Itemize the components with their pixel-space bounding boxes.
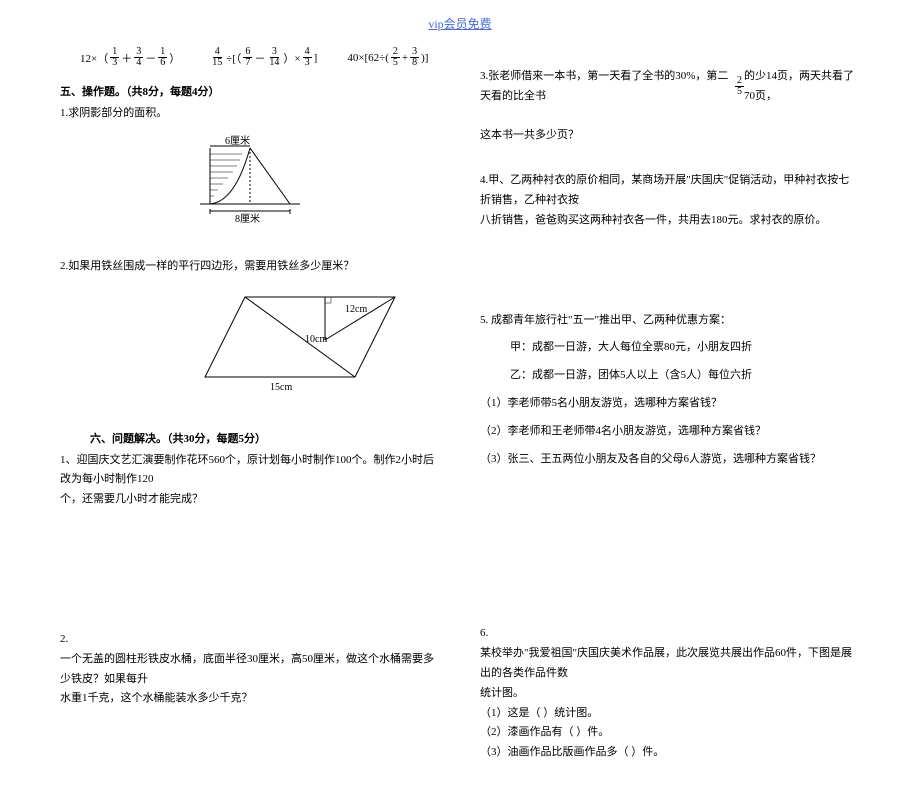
figure-trapezoid: 6厘米 8 (180, 134, 440, 227)
expr-text: ÷[（ (226, 50, 241, 66)
page-columns: 12×（ 13 ＋ 34 － 16 ） 415 ÷[（ 67 － 314 ）× … (60, 47, 860, 773)
expr-text: ] (314, 52, 318, 64)
problem-5-1: 1.求阴影部分的面积。 (60, 104, 440, 124)
expr-text: ＋ (121, 50, 132, 66)
expr-text: ）× (283, 50, 300, 66)
problem-text: 统计图。 (480, 687, 524, 699)
problem-text: 八折销售，爸爸购买这两种衬衣各一件，共用去180元。求衬衣的原价。 (480, 214, 827, 226)
problem-text: 5. 成都青年旅行社"五一"推出甲、乙两种优惠方案： (480, 311, 860, 331)
problem-text: （1）这是（ ）统计图。 (480, 707, 598, 719)
problem-6: 6. 某校举办"我爱祖国"庆国庆美术作品展，此次展览共展出作品60件，下图是展出… (480, 624, 860, 763)
problem-6-2: 2. 一个无盖的圆柱形铁皮水桶，底面半径30厘米，高50厘米，做这个水桶需要多少… (60, 630, 440, 709)
figure-parallelogram: 12cm 10cm 15cm (200, 287, 440, 400)
fraction: 25 (735, 76, 744, 97)
section-5-title: 五、操作题。（共8分，每题4分） (60, 83, 440, 99)
right-column: 3.张老师借来一本书，第一天看了全书的30%，第二天看的比全书 25 的少14页… (480, 47, 860, 773)
expr-text: ） (169, 50, 180, 66)
fraction: 67 (243, 47, 252, 68)
expr-text: )] (421, 52, 428, 64)
fraction: 43 (303, 47, 312, 68)
problem-text: 某校举办"我爱祖国"庆国庆美术作品展，此次展览共展出作品60件，下图是展出的各类… (480, 647, 852, 679)
expr-text: + (402, 52, 408, 64)
problem-text: 这本书一共多少页？ (480, 129, 579, 141)
fraction: 34 (134, 47, 143, 68)
problem-text: （2）漆画作品有（ ）件。 (480, 726, 609, 738)
label-15cm: 15cm (270, 382, 292, 393)
problem-text: 4.甲、乙两种衬衣的原价相同，某商场开展"庆国庆"促销活动，甲种衬衣按七折销售，… (480, 174, 849, 206)
problem-5-2: 2.如果用铁丝围成一样的平行四边形，需要用铁丝多少厘米？ (60, 257, 440, 277)
problem-text: 一个无盖的圆柱形铁皮水桶，底面半径30厘米，高50厘米，做这个水桶需要多少铁皮？… (60, 653, 434, 685)
fraction: 13 (110, 47, 119, 68)
problem-text: 水重1千克，这个水桶能装水多少千克？ (60, 692, 253, 704)
label-10cm: 10cm (305, 334, 327, 345)
problem-5: 5. 成都青年旅行社"五一"推出甲、乙两种优惠方案： 甲：成都一日游，大人每位全… (480, 311, 860, 470)
label-top: 6厘米 (225, 134, 250, 147)
expr-1: 12×（ 13 ＋ 34 － 16 ） (80, 47, 180, 68)
left-column: 12×（ 13 ＋ 34 － 16 ） 415 ÷[（ 67 － 314 ）× … (60, 47, 440, 773)
label-bottom: 8厘米 (235, 212, 260, 224)
hatching (210, 154, 242, 196)
expr-2: 415 ÷[（ 67 － 314 ）× 43 ] (210, 47, 317, 68)
parallelogram-svg: 12cm 10cm 15cm (200, 287, 410, 397)
expr-3: 40×[62÷( 25 + 38 )] (347, 47, 428, 68)
problem-3: 3.张老师借来一本书，第一天看了全书的30%，第二天看的比全书 25 的少14页… (480, 67, 860, 146)
problem-text: （2）李老师和王老师带4名小朋友游览，选哪种方案省钱？ (480, 422, 860, 442)
label-12cm: 12cm (345, 304, 367, 315)
fraction: 415 (210, 47, 224, 68)
section-6-title: 六、问题解决。（共30分，每题5分） (90, 430, 440, 446)
vip-link[interactable]: vip会员免费 (60, 15, 860, 32)
expr-text: － (145, 50, 156, 66)
math-expressions: 12×（ 13 ＋ 34 － 16 ） 415 ÷[（ 67 － 314 ）× … (60, 47, 440, 68)
problem-text: 1、迎国庆文艺汇演要制作花环560个，原计划每小时制作100个。制作2小时后改为… (60, 454, 434, 486)
problem-text: 乙：成都一日游，团体5人以上（含5人）每位六折 (480, 366, 860, 386)
fraction: 16 (158, 47, 167, 68)
problem-text: 2. (60, 633, 68, 645)
problem-text: 6. (480, 627, 488, 639)
problem-4: 4.甲、乙两种衬衣的原价相同，某商场开展"庆国庆"促销活动，甲种衬衣按七折销售，… (480, 171, 860, 230)
problem-6-1: 1、迎国庆文艺汇演要制作花环560个，原计划每小时制作100个。制作2小时后改为… (60, 451, 440, 510)
trapezoid-svg: 6厘米 8 (180, 134, 310, 224)
fraction: 25 (391, 47, 400, 68)
problem-text: （3）油画作品比版画作品多（ ）件。 (480, 746, 664, 758)
problem-text: （1）李老师带5名小朋友游览，选哪种方案省钱？ (480, 394, 860, 414)
fraction: 314 (267, 47, 281, 68)
expr-text: 12×（ (80, 50, 108, 66)
problem-text: （3）张三、王五两位小朋友及各自的父母6人游览，选哪种方案省钱？ (480, 450, 860, 470)
problem-text: 的少14页，两天共看了70页， (744, 67, 860, 107)
problem-text: 甲：成都一日游，大人每位全票80元，小朋友四折 (480, 338, 860, 358)
problem-text: 3.张老师借来一本书，第一天看了全书的30%，第二天看的比全书 (480, 67, 735, 107)
problem-text: 个，还需要几小时才能完成？ (60, 493, 203, 505)
expr-text: 40×[62÷( (347, 52, 389, 64)
fraction: 38 (410, 47, 419, 68)
expr-text: － (254, 50, 265, 66)
